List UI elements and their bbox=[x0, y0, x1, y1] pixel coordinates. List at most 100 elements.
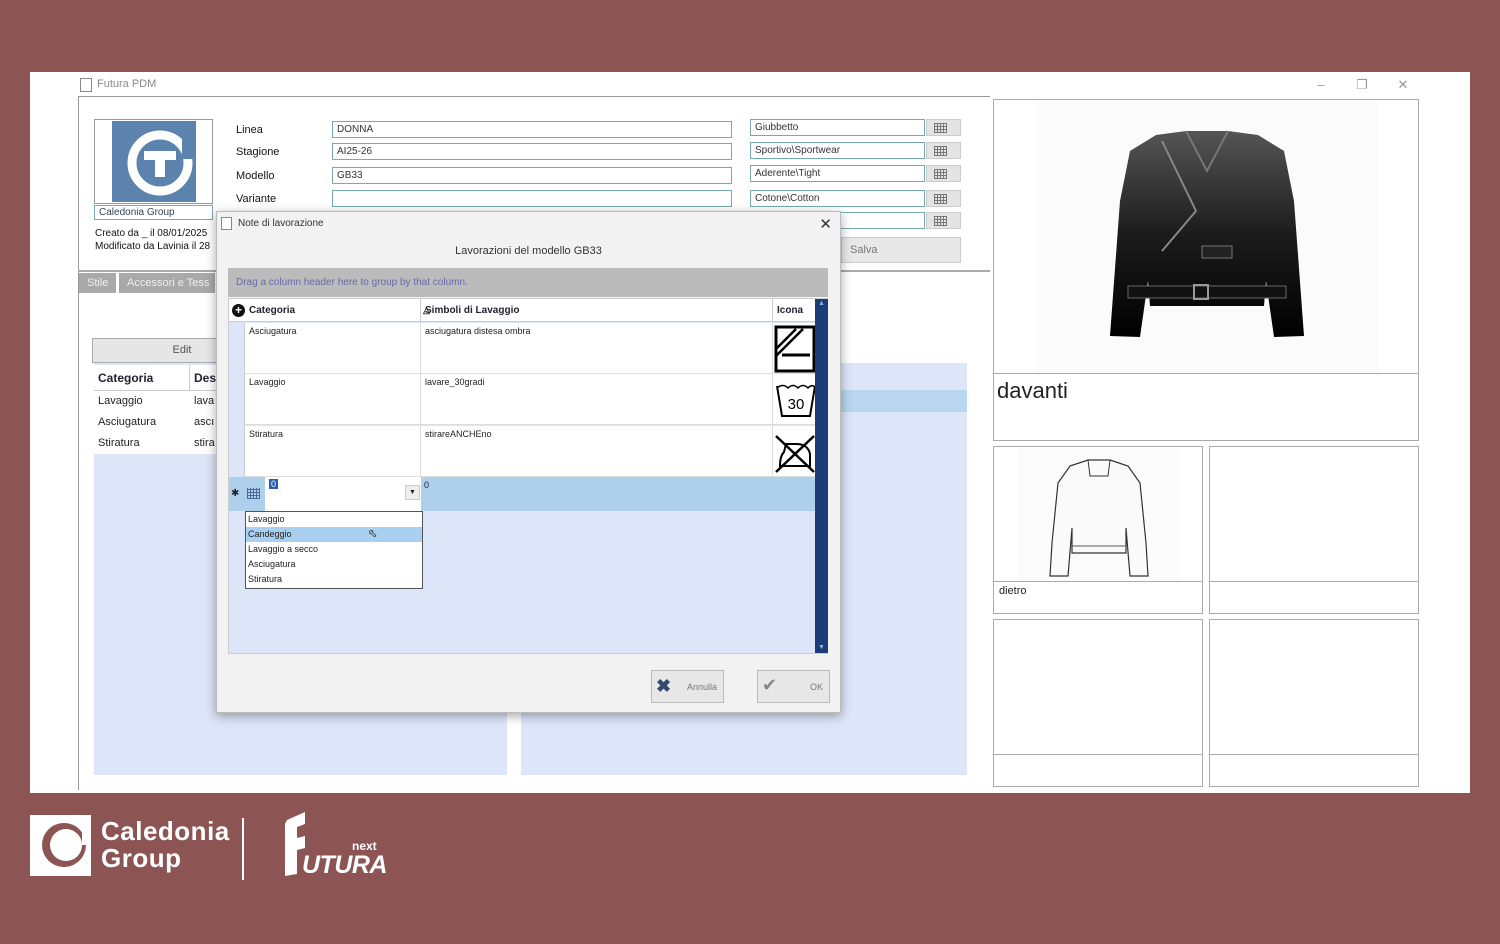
modello-input[interactable]: GB33 bbox=[332, 167, 732, 184]
image-slot-divider bbox=[1210, 581, 1418, 582]
image-slot-4[interactable] bbox=[993, 619, 1203, 787]
linea-input[interactable]: DONNA bbox=[332, 121, 732, 138]
modified-info: Modificato da Lavinia il 28 bbox=[95, 241, 211, 252]
row-indicator bbox=[229, 323, 245, 374]
close-icon[interactable]: ✕ bbox=[819, 215, 832, 233]
dropdown-option-selected[interactable]: Candeggio bbox=[246, 527, 422, 542]
table-row[interactable]: Lavaggio lavare_30gradi 30 bbox=[229, 374, 816, 425]
table-row[interactable]: Lavaggio lava bbox=[94, 391, 219, 412]
row-indicator bbox=[229, 374, 245, 425]
new-row[interactable]: ✱ 0 ▼ 0 bbox=[229, 477, 815, 511]
image-slot-3[interactable] bbox=[1209, 446, 1419, 614]
do-not-iron-icon bbox=[774, 428, 816, 476]
group-by-panel[interactable]: Drag a column header here to group by th… bbox=[228, 268, 828, 297]
save-button[interactable]: Salva bbox=[841, 237, 961, 263]
front-jacket-image bbox=[1036, 101, 1378, 373]
dropdown-option[interactable]: Lavaggio a secco bbox=[246, 542, 422, 557]
grid-icon bbox=[934, 123, 947, 133]
cancel-label: Annulla bbox=[686, 682, 717, 692]
table-row[interactable]: Asciugatura ascı bbox=[94, 412, 219, 433]
add-row-icon[interactable]: + bbox=[232, 304, 245, 317]
cell-simbolo: lavare_30gradi bbox=[421, 374, 773, 425]
material-lookup-button[interactable] bbox=[926, 190, 961, 207]
image-slot-5[interactable] bbox=[1209, 619, 1419, 787]
tab-stile[interactable]: Stile bbox=[79, 273, 117, 293]
caledonia-wordmark: Caledonia Group bbox=[101, 818, 230, 872]
ok-button[interactable]: ✔ OK bbox=[757, 670, 830, 703]
table-row[interactable]: Stiratura stirareANCHEno bbox=[229, 426, 815, 477]
category-dropdown-list[interactable]: Lavaggio Candeggio Lavaggio a secco Asci… bbox=[245, 511, 423, 589]
caledonia-line1: Caledonia bbox=[101, 816, 230, 846]
column-categoria[interactable]: Categoria △ bbox=[245, 299, 430, 322]
cancel-button[interactable]: ✖ Annulla bbox=[651, 670, 724, 703]
column-icona[interactable]: Icona bbox=[773, 299, 815, 322]
company-logo bbox=[94, 119, 213, 204]
material-input[interactable]: Cotone\Cotton bbox=[750, 190, 925, 207]
close-icon[interactable]: ✕ bbox=[1392, 76, 1414, 94]
app-icon bbox=[80, 78, 92, 92]
dropdown-option[interactable]: Lavaggio bbox=[246, 512, 422, 527]
wash-temperature: 30 bbox=[788, 396, 805, 413]
chevron-down-icon[interactable]: ▼ bbox=[405, 485, 420, 500]
dry-flat-shade-icon bbox=[774, 325, 816, 373]
linea-label: Linea bbox=[236, 124, 263, 136]
back-image-divider bbox=[994, 581, 1202, 582]
back-image-panel[interactable]: dietro bbox=[993, 446, 1203, 614]
dropdown-option[interactable]: Stiratura bbox=[246, 572, 422, 587]
style-input[interactable]: Sportivo\Sportwear bbox=[750, 142, 925, 159]
wash-30-icon: 30 bbox=[774, 376, 816, 424]
dropdown-option[interactable]: Asciugatura bbox=[246, 557, 422, 572]
row-indicator bbox=[229, 426, 245, 477]
processing-notes-dialog: Note di lavorazione ✕ Lavorazioni del mo… bbox=[216, 211, 841, 713]
table-row[interactable]: Stiratura stira bbox=[94, 433, 219, 454]
fit-lookup-button[interactable] bbox=[926, 165, 961, 182]
image-slot-divider bbox=[1210, 754, 1418, 755]
column-simboli[interactable]: Simboli di Lavaggio bbox=[421, 299, 773, 322]
extra-lookup-button[interactable] bbox=[926, 212, 961, 229]
grid-scrollbar[interactable]: ▲ ▼ bbox=[815, 299, 828, 653]
brand-divider bbox=[242, 818, 244, 880]
grid-icon bbox=[934, 194, 947, 204]
care-table: Categoria Des Lavaggio lava Asciugatura … bbox=[94, 365, 219, 454]
front-image-label: davanti bbox=[997, 378, 1068, 403]
grid-icon bbox=[934, 146, 947, 156]
grid-header: + Categoria △ Simboli di Lavaggio Icona bbox=[229, 299, 815, 322]
care-symbols-grid: + Categoria △ Simboli di Lavaggio Icona … bbox=[228, 298, 828, 654]
column-descrizione[interactable]: Des bbox=[190, 365, 219, 390]
scroll-down-icon[interactable]: ▼ bbox=[815, 643, 828, 653]
ok-label: OK bbox=[809, 682, 823, 692]
stagione-input[interactable]: AI25-26 bbox=[332, 143, 732, 160]
caledonia-logo-icon bbox=[30, 815, 91, 876]
created-info: Creato da _ il 08/01/2025 bbox=[95, 228, 208, 239]
cell-categoria: Asciugatura bbox=[98, 416, 157, 428]
fit-input[interactable]: Aderente\Tight bbox=[750, 165, 925, 182]
column-categoria[interactable]: Categoria bbox=[94, 365, 190, 390]
scroll-up-icon[interactable]: ▲ bbox=[815, 299, 828, 309]
cell-categoria: Asciugatura bbox=[245, 323, 421, 374]
new-row-symbol-value[interactable]: 0 bbox=[424, 480, 429, 490]
cell-categoria: Stiratura bbox=[98, 437, 140, 449]
grid-icon bbox=[247, 488, 260, 499]
front-image-panel[interactable]: davanti bbox=[993, 99, 1419, 441]
modello-label: Modello bbox=[236, 170, 275, 182]
style-lookup-button[interactable] bbox=[926, 142, 961, 159]
cell-categoria: Stiratura bbox=[245, 426, 421, 477]
minimize-icon[interactable]: – bbox=[1310, 76, 1332, 94]
tab-accessori[interactable]: Accessori e Tess bbox=[119, 273, 215, 293]
cell-descrizione: stira bbox=[194, 437, 215, 449]
title-bar: Futura PDM – ❐ ✕ bbox=[30, 72, 1470, 98]
table-row[interactable]: Asciugatura asciugatura distesa ombra bbox=[229, 323, 816, 374]
variante-input[interactable] bbox=[332, 190, 732, 207]
dialog-title: Note di lavorazione bbox=[238, 218, 324, 229]
restore-icon[interactable]: ❐ bbox=[1351, 76, 1373, 94]
garment-type-input[interactable]: Giubbetto bbox=[750, 119, 925, 136]
cell-descrizione: lava bbox=[194, 395, 215, 407]
image-slot-divider bbox=[994, 754, 1202, 755]
caledonia-line2: Group bbox=[101, 843, 182, 873]
dialog-subtitle: Lavorazioni del modello GB33 bbox=[455, 245, 602, 257]
garment-type-lookup-button[interactable] bbox=[926, 119, 961, 136]
category-combo-input[interactable]: 0 ▼ bbox=[265, 477, 421, 511]
cell-descrizione: ascı bbox=[194, 416, 215, 428]
grid-icon bbox=[934, 216, 947, 226]
grid-icon bbox=[934, 169, 947, 179]
